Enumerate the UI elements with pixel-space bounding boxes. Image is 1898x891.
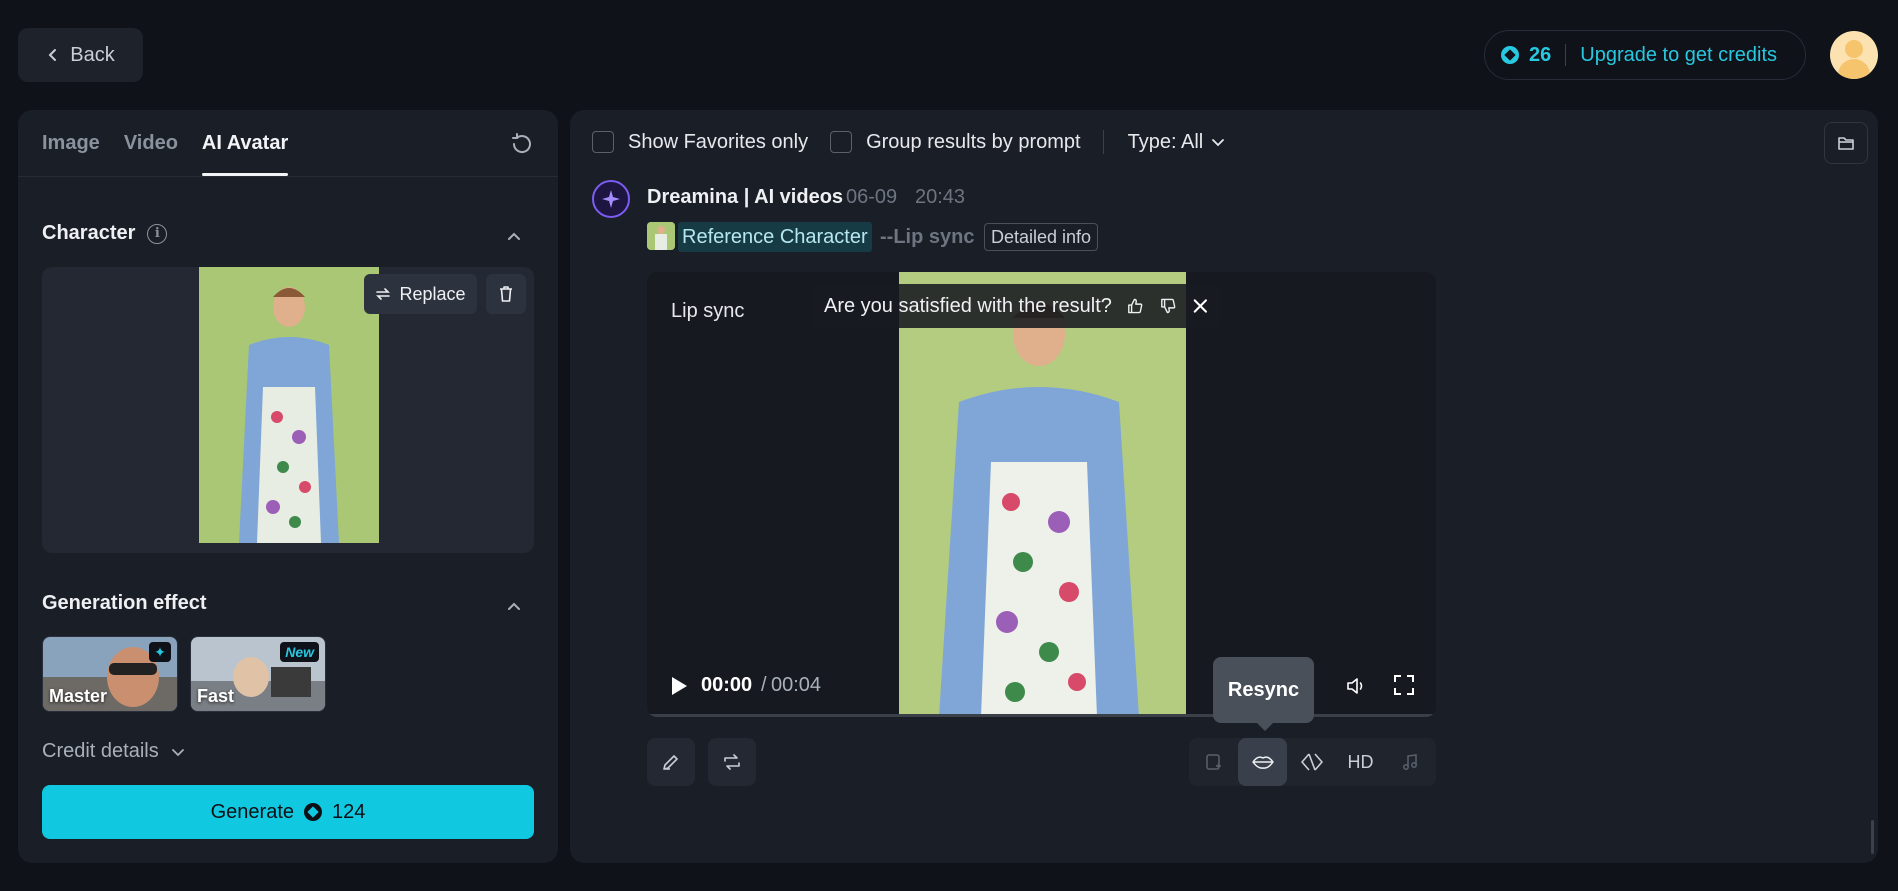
generate-label: Generate [210,800,294,823]
post-edit-tools: HD [1189,738,1436,786]
type-select[interactable]: Type: All [1128,131,1226,154]
effect-badge: ✦ [149,642,171,662]
character-image [199,267,379,543]
filter-bar: Show Favorites only Group results by pro… [592,130,1225,154]
upgrade-link[interactable]: Upgrade to get credits [1580,44,1777,67]
credits-pill: 26 Upgrade to get credits [1484,30,1806,80]
dreamina-logo-icon [592,180,630,218]
tab-video[interactable]: Video [124,110,178,176]
result-source: Dreamina | AI videos [647,186,844,208]
feedback-question: Are you satisfied with the result? [824,294,1112,317]
credit-details-toggle[interactable]: Credit details [42,740,185,763]
feedback-bar: Are you satisfied with the result? [812,284,1222,328]
info-icon[interactable]: i [147,223,168,244]
reference-character-link[interactable]: Reference Character [678,222,872,252]
extend-icon [1205,754,1221,770]
extend-button[interactable] [1189,738,1238,786]
volume-icon[interactable] [1345,674,1369,698]
group-label: Group results by prompt [866,130,1081,153]
effect-option-fast[interactable]: New Fast [190,636,326,712]
avatar-head [1845,40,1863,58]
current-time: 00:00 [701,674,753,696]
replace-button[interactable]: Replace [364,274,477,314]
delete-button[interactable] [486,274,526,314]
left-panel: Image Video AI Avatar Character i Replac [18,110,558,863]
close-icon[interactable] [1191,296,1210,316]
chevron-up-icon[interactable] [506,598,522,614]
divider [1102,130,1104,154]
trash-icon [500,286,512,302]
music-icon [1402,754,1417,770]
avatar-body [1838,59,1870,79]
character-section-title: Character i [42,222,168,245]
effect-label: Master [49,686,108,706]
results-panel: Show Favorites only Group results by pro… [570,110,1878,863]
divider [1565,44,1567,66]
generate-button[interactable]: Generate 124 [42,785,534,839]
detailed-info-button[interactable]: Detailed info [984,223,1099,251]
generation-effect-title: Generation effect [42,592,207,614]
chevron-up-icon[interactable] [506,228,522,244]
reset-icon[interactable] [510,132,534,156]
pencil-icon [663,755,678,770]
chevron-down-icon [171,748,184,756]
favorites-filter[interactable]: Show Favorites only [592,131,808,154]
play-icon[interactable] [669,675,689,697]
character-preview: Replace [42,267,534,553]
video-frame [899,272,1186,717]
resync-button[interactable] [1238,738,1287,786]
folder-button[interactable] [1824,122,1868,164]
hd-button[interactable]: HD [1336,738,1385,786]
mode-tabs: Image Video AI Avatar [42,110,558,176]
favorites-checkbox[interactable] [592,131,614,153]
favorites-label: Show Favorites only [628,130,809,153]
interpolate-button[interactable] [1287,738,1336,786]
generate-cost: 124 [332,800,366,823]
music-button[interactable] [1385,738,1434,786]
credit-coin-icon [1501,46,1519,64]
credits-count: 26 [1529,43,1552,66]
result-date: 06-09 [846,186,898,208]
thumbs-down-icon[interactable] [1159,296,1178,316]
group-checkbox[interactable] [830,131,853,153]
edit-button[interactable] [647,738,695,786]
repeat-icon [724,754,740,770]
video-player[interactable]: Lip sync Are you satisfied with the resu… [647,272,1436,717]
thumbs-up-icon[interactable] [1126,296,1145,316]
type-label: Type: All [1127,130,1204,153]
scrollbar[interactable] [1871,820,1874,854]
credit-details-label: Credit details [42,740,159,762]
resync-tooltip: Resync [1213,657,1314,731]
back-label: Back [70,43,115,66]
chevron-down-icon [1212,139,1225,147]
effect-label: Fast [197,686,235,706]
total-time: 00:04 [771,674,822,696]
group-filter[interactable]: Group results by prompt [830,131,1081,154]
chevron-left-icon [48,49,57,61]
divider [18,176,558,177]
time-separator: / [761,674,767,696]
character-title: Character [42,222,136,244]
video-label: Lip sync [671,300,745,322]
effect-badge: New [280,642,319,662]
replace-label: Replace [399,283,466,304]
back-button[interactable]: Back [18,28,143,82]
user-avatar[interactable] [1830,31,1878,79]
progress-bar[interactable] [647,714,1436,717]
folder-icon [1838,137,1854,150]
interpolate-icon [1300,753,1323,771]
swap-icon [376,288,391,300]
lip-icon [1251,756,1274,769]
tab-ai-avatar[interactable]: AI Avatar [201,110,289,176]
reference-thumbnail [647,222,675,250]
effect-option-master[interactable]: ✦ Master [42,636,178,712]
mode-tag: --Lip sync [880,226,975,248]
regenerate-button[interactable] [708,738,756,786]
result-time: 20:43 [915,186,966,208]
fullscreen-icon[interactable] [1393,674,1415,696]
tab-image[interactable]: Image [42,110,100,176]
credit-coin-icon [304,803,322,821]
